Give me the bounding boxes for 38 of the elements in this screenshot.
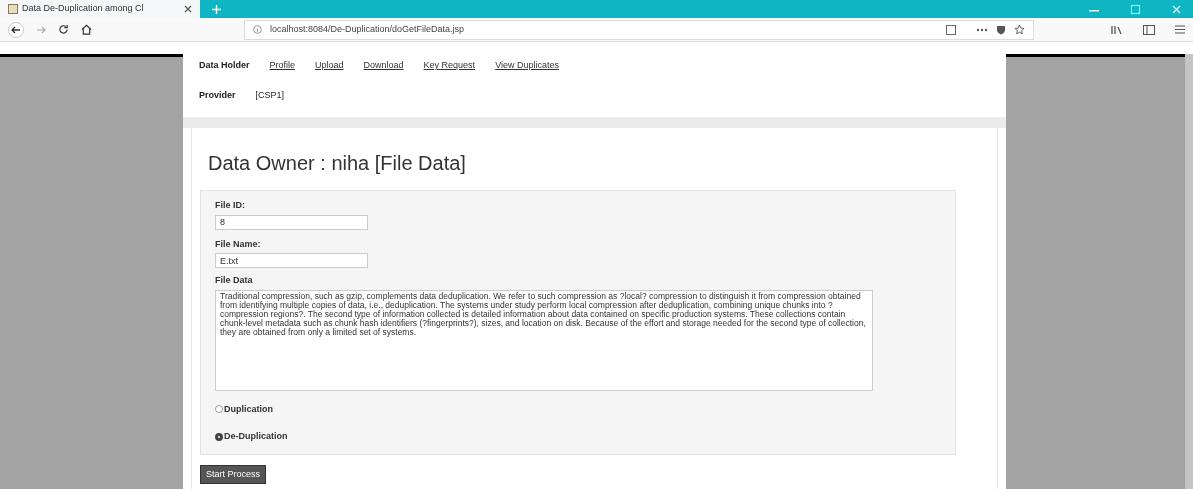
tab-title: Data De-Duplication among Cl bbox=[22, 2, 145, 16]
star-icon[interactable] bbox=[1014, 24, 1025, 35]
home-icon[interactable] bbox=[81, 24, 92, 35]
address-bar[interactable]: localhost:8084/De-Duplication/doGetFileData.jsp bbox=[244, 19, 1034, 40]
file-data-textarea[interactable]: Traditional compression, such as gzip, complements data deduplication. We refer to such compression as ?local? compression to distinguish it from compression obtained from identifying multiple copies of data, i.e., deduplication. The systems under study perform local compression after deduplication, combining unique chunks into ?compression regions?. The second type of information collected is detailed information about data contained on specific production systems. These collections contain chunk-level metadata such as chunk hash identifiers (?fingerprints?), sizes, and location on disk. Because of the effort and storage needed for the second type of collection, they are obtained from only a limited set of systems. bbox=[215, 289, 873, 391]
nav-link[interactable]: Profile bbox=[269, 59, 296, 73]
nav-label: Data Holder bbox=[199, 59, 250, 73]
radio-button[interactable] bbox=[215, 432, 223, 441]
provider-label: Provider bbox=[199, 89, 236, 103]
radio-label[interactable]: Duplication bbox=[224, 402, 273, 416]
nav-link[interactable]: Key Request bbox=[423, 59, 476, 73]
page-heading: Data Owner : niha [File Data] bbox=[208, 151, 467, 176]
reload-icon[interactable] bbox=[58, 24, 69, 35]
nav-link[interactable]: Download bbox=[363, 59, 404, 73]
more-icon[interactable] bbox=[976, 27, 988, 32]
scrollbar[interactable] bbox=[1185, 54, 1193, 489]
nav-link[interactable]: View Duplicates bbox=[495, 59, 559, 73]
field-label: File Name: bbox=[215, 237, 262, 251]
library-icon[interactable] bbox=[1111, 24, 1123, 35]
text-field[interactable]: 8 bbox=[215, 214, 368, 230]
info-icon bbox=[253, 25, 262, 34]
radio-label[interactable]: De-Duplication bbox=[224, 430, 288, 444]
reader-icon[interactable] bbox=[946, 24, 956, 35]
shield-icon[interactable] bbox=[996, 24, 1006, 35]
text-field[interactable]: E.txt bbox=[215, 253, 368, 268]
close-icon[interactable] bbox=[184, 5, 192, 13]
url-text: localhost:8084/De-Duplication/doGetFileData.jsp bbox=[270, 22, 466, 36]
menu-icon[interactable] bbox=[1175, 25, 1185, 34]
browser-tab[interactable]: Data De-Duplication among Cl bbox=[0, 0, 200, 18]
page-icon bbox=[8, 4, 18, 14]
start-process-button[interactable]: Start Process bbox=[200, 464, 267, 484]
provider-value: [CSP1] bbox=[255, 89, 285, 103]
field-label: File ID: bbox=[215, 199, 246, 212]
field-label: File Data bbox=[215, 274, 254, 287]
radio-button[interactable] bbox=[215, 405, 223, 414]
nav-link[interactable]: Upload bbox=[315, 59, 344, 73]
sidebar-icon[interactable] bbox=[1143, 24, 1155, 35]
back-icon[interactable] bbox=[8, 21, 24, 38]
